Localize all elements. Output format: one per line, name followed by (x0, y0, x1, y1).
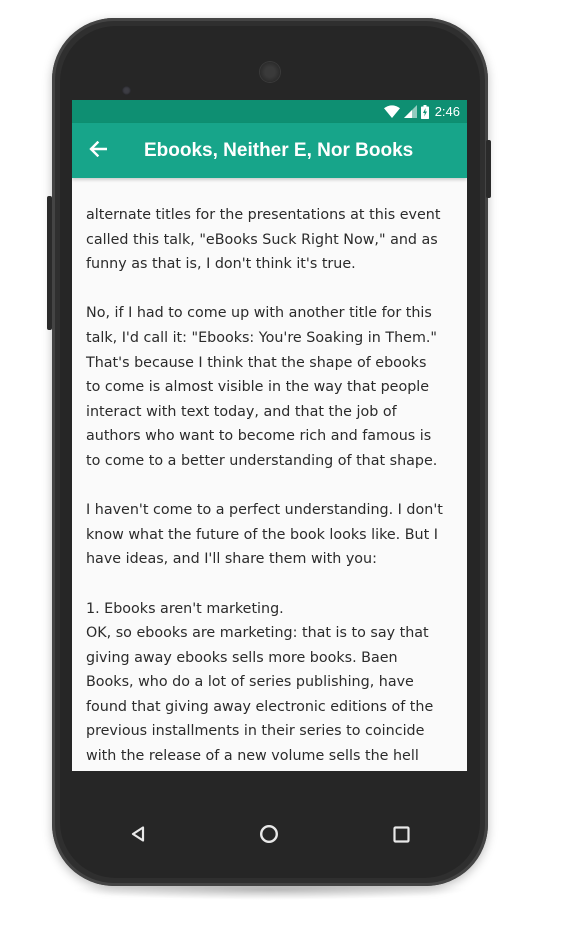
power-button (486, 140, 491, 198)
text-line: OK, so ebooks are marketing: that is to … (86, 625, 429, 642)
nav-recents-button[interactable] (371, 806, 431, 866)
status-bar: 2:46 (72, 100, 467, 123)
nav-back-button[interactable] (108, 806, 168, 866)
screen: 2:46 Ebooks, Neither E, Nor Books altern… (72, 100, 467, 771)
text-line: I haven't come to a perfect understandin… (86, 502, 443, 519)
text-line: with the release of a new volume sells t… (86, 748, 419, 765)
article-paragraph: alternate titles for the presentations a… (86, 203, 453, 277)
text-line: talk, I'd call it: "Ebooks: You're Soaki… (86, 329, 437, 346)
battery-charging-icon (420, 104, 429, 119)
text-line: interact with text today, and that the j… (86, 403, 397, 420)
earpiece-speaker (260, 62, 280, 82)
text-line: giving away ebooks sells more books. Bae… (86, 649, 398, 666)
text-line: 1. Ebooks aren't marketing. (86, 600, 284, 617)
article-paragraph: I haven't come to a perfect understandin… (86, 498, 453, 572)
text-line: alternate titles for the presentations a… (86, 207, 441, 223)
text-line: called this talk, "eBooks Suck Right Now… (86, 231, 438, 248)
arrow-back-icon (89, 140, 108, 161)
text-line: previous installments in their series to… (86, 723, 425, 740)
text-line: to come to a better understanding of tha… (86, 452, 438, 469)
text-line: Books, who do a lot of series publishing… (86, 674, 414, 691)
navigation-bar (72, 806, 467, 866)
text-line: to come is almost visible in the way tha… (86, 379, 430, 396)
wifi-icon (383, 105, 400, 118)
front-camera (122, 86, 131, 95)
volume-button (47, 196, 52, 330)
article-content[interactable]: alternate titles for the presentations a… (72, 178, 467, 771)
text-line: have ideas, and I'll share them with you… (86, 551, 377, 568)
nav-home-button[interactable] (239, 806, 299, 866)
text-line: That's because I think that the shape of… (86, 354, 427, 371)
text-line: No, if I had to come up with another tit… (86, 305, 432, 322)
article-paragraph: No, if I had to come up with another tit… (86, 301, 453, 473)
text-line: funny as that is, I don't think it's tru… (86, 256, 356, 273)
app-bar: Ebooks, Neither E, Nor Books (72, 123, 467, 178)
page-title: Ebooks, Neither E, Nor Books (144, 139, 414, 161)
back-button[interactable] (72, 123, 124, 178)
recents-square-icon (393, 825, 410, 847)
text-line: know what the future of the book looks l… (86, 526, 438, 543)
home-circle-icon (259, 824, 279, 848)
text-line: authors who want to become rich and famo… (86, 428, 432, 445)
article-paragraph: 1. Ebooks aren't marketing. OK, so ebook… (86, 597, 453, 769)
status-time: 2:46 (434, 104, 460, 119)
back-triangle-icon (131, 826, 145, 846)
text-line: found that giving away electronic editio… (86, 698, 434, 715)
cellular-signal-icon (403, 105, 417, 118)
